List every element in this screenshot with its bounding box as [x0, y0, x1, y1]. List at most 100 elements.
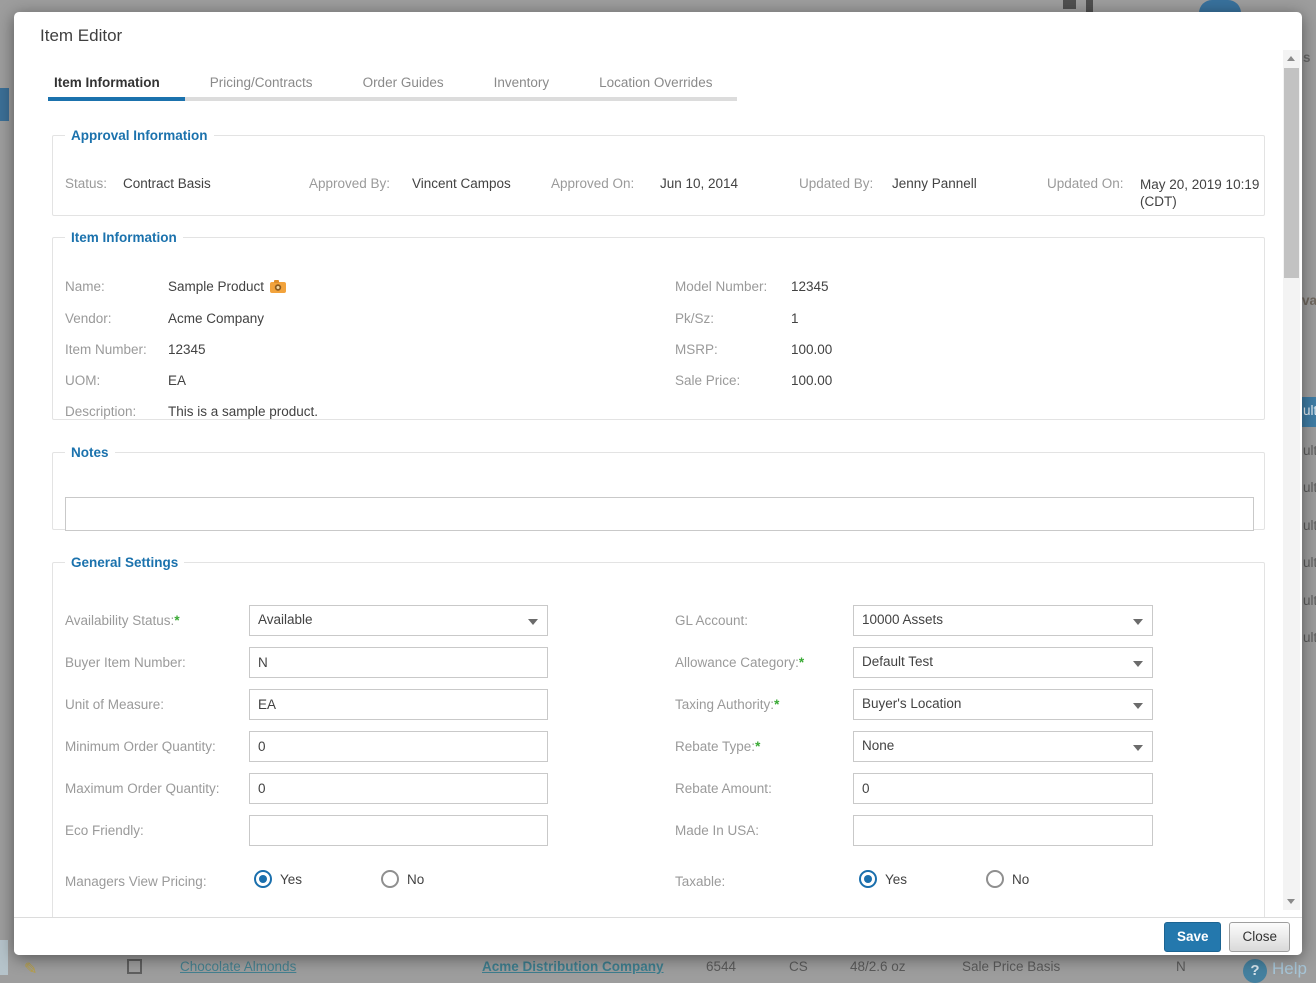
- taxing-authority-label: Taxing Authority:*: [675, 697, 779, 712]
- buyer-item-number-input[interactable]: [249, 647, 548, 678]
- help-label: Help: [1272, 959, 1307, 979]
- background-text-fragment: ult: [1303, 630, 1316, 645]
- gl-account-label: GL Account:: [675, 613, 748, 628]
- msrp-value: 100.00: [791, 342, 832, 357]
- pksz-label: Pk/Sz:: [675, 311, 714, 326]
- background-text-fragment: ult: [1303, 555, 1316, 570]
- background-price-basis: Sale Price Basis: [962, 959, 1060, 974]
- approved-on-label: Approved On:: [551, 176, 634, 191]
- item-editor-dialog: Item Editor Item Information Pricing/Con…: [14, 12, 1302, 955]
- managers-view-pricing-label: Managers View Pricing:: [65, 874, 207, 889]
- made-in-usa-label: Made In USA:: [675, 823, 759, 838]
- background-text-fragment: ult: [1303, 443, 1316, 458]
- minimum-order-quantity-input[interactable]: [249, 731, 548, 762]
- managers-view-pricing-no-radio[interactable]: [381, 870, 399, 888]
- scrollbar-thumb[interactable]: [1284, 68, 1299, 278]
- dialog-footer: Save Close: [14, 917, 1302, 955]
- availability-status-label: Availability Status:*: [65, 613, 180, 628]
- vendor-label: Vendor:: [65, 311, 112, 326]
- row-checkbox: [127, 959, 142, 974]
- scroll-up-arrow-icon[interactable]: [1283, 50, 1300, 67]
- updated-on-value: May 20, 2019 10:19 (CDT): [1140, 176, 1284, 210]
- taxable-yes-radio[interactable]: [859, 870, 877, 888]
- taxable-no-radio[interactable]: [986, 870, 1004, 888]
- unit-of-measure-input[interactable]: [249, 689, 548, 720]
- help-icon: ?: [1243, 959, 1267, 983]
- background-left-button-fragment: [0, 88, 9, 121]
- made-in-usa-input[interactable]: [853, 815, 1153, 846]
- allowance-category-label: Allowance Category:*: [675, 655, 804, 670]
- background-text-fragment: va: [1302, 293, 1316, 308]
- background-item-number: 6544: [706, 959, 736, 974]
- rebate-amount-input[interactable]: [853, 773, 1153, 804]
- background-text-fragment: ult: [1303, 593, 1316, 608]
- managers-view-pricing-yes-radio[interactable]: [254, 870, 272, 888]
- background-table-row: ✎ Chocolate Almonds Acme Distribution Co…: [0, 952, 1316, 975]
- rebate-amount-label: Rebate Amount:: [675, 781, 772, 796]
- radio-label-yes: Yes: [280, 872, 302, 887]
- background-text-fragment: s: [1303, 50, 1311, 65]
- radio-label-yes: Yes: [885, 872, 907, 887]
- background-text-fragment: ult: [1303, 518, 1316, 533]
- msrp-label: MSRP:: [675, 342, 718, 357]
- background-item-link: Chocolate Almonds: [180, 959, 296, 974]
- edit-pencil-icon: ✎: [24, 959, 37, 979]
- radio-label-no: No: [1012, 872, 1029, 887]
- gl-account-select[interactable]: 10000 Assets: [853, 605, 1153, 636]
- item-information-section: Item Information Name: Sample Product Ve…: [52, 230, 1265, 420]
- scroll-down-arrow-icon[interactable]: [1283, 893, 1300, 910]
- updated-by-value: Jenny Pannell: [892, 176, 977, 191]
- taxing-authority-select[interactable]: Buyer's Location: [853, 689, 1153, 720]
- minimum-order-quantity-label: Minimum Order Quantity:: [65, 739, 216, 754]
- background-text-fragment: ult: [1303, 403, 1316, 418]
- section-legend: Approval Information: [65, 128, 214, 143]
- model-number-label: Model Number:: [675, 279, 767, 294]
- eco-friendly-label: Eco Friendly:: [65, 823, 144, 838]
- pksz-value: 1: [791, 311, 799, 326]
- maximum-order-quantity-input[interactable]: [249, 773, 548, 804]
- taxable-label: Taxable:: [675, 874, 725, 889]
- uom-label: UOM:: [65, 373, 100, 388]
- camera-icon[interactable]: [270, 280, 286, 296]
- eco-friendly-input[interactable]: [249, 815, 548, 846]
- uom-value: EA: [168, 373, 186, 388]
- save-button[interactable]: Save: [1164, 922, 1222, 952]
- background-vendor-link: Acme Distribution Company: [482, 959, 664, 974]
- dialog-scrollbar[interactable]: [1283, 50, 1300, 910]
- rebate-type-label: Rebate Type:*: [675, 739, 760, 754]
- vendor-value: Acme Company: [168, 311, 264, 326]
- availability-status-select[interactable]: Available: [249, 605, 548, 636]
- dialog-body: Approval Information Status: Contract Ba…: [14, 12, 1284, 917]
- rebate-type-select[interactable]: None: [853, 731, 1153, 762]
- name-label: Name:: [65, 279, 105, 294]
- description-value: This is a sample product.: [168, 404, 318, 419]
- buyer-item-number-label: Buyer Item Number:: [65, 655, 186, 670]
- notes-section: Notes: [52, 445, 1265, 530]
- background-header-glyph: [1086, 0, 1093, 12]
- section-legend: General Settings: [65, 555, 184, 570]
- approved-on-value: Jun 10, 2014: [660, 176, 738, 191]
- background-text-fragment: ult: [1303, 480, 1316, 495]
- updated-on-label: Updated On:: [1047, 176, 1124, 191]
- updated-by-label: Updated By:: [799, 176, 873, 191]
- item-number-value: 12345: [168, 342, 206, 357]
- section-legend: Notes: [65, 445, 115, 460]
- background-pksz: 48/2.6 oz: [850, 959, 906, 974]
- background-uom: CS: [789, 959, 808, 974]
- sale-price-value: 100.00: [791, 373, 832, 388]
- approval-information-section: Approval Information Status: Contract Ba…: [52, 128, 1265, 216]
- model-number-value: 12345: [791, 279, 829, 294]
- status-value: Contract Basis: [123, 176, 211, 191]
- unit-of-measure-label: Unit of Measure:: [65, 697, 164, 712]
- radio-label-no: No: [407, 872, 424, 887]
- item-number-label: Item Number:: [65, 342, 147, 357]
- sale-price-label: Sale Price:: [675, 373, 740, 388]
- general-settings-section: General Settings Availability Status:* A…: [52, 555, 1265, 917]
- section-legend: Item Information: [65, 230, 183, 245]
- close-button[interactable]: Close: [1229, 922, 1290, 952]
- status-label: Status:: [65, 176, 107, 191]
- notes-input[interactable]: [65, 497, 1254, 531]
- maximum-order-quantity-label: Maximum Order Quantity:: [65, 781, 220, 796]
- approved-by-label: Approved By:: [309, 176, 390, 191]
- allowance-category-select[interactable]: Default Test: [853, 647, 1153, 678]
